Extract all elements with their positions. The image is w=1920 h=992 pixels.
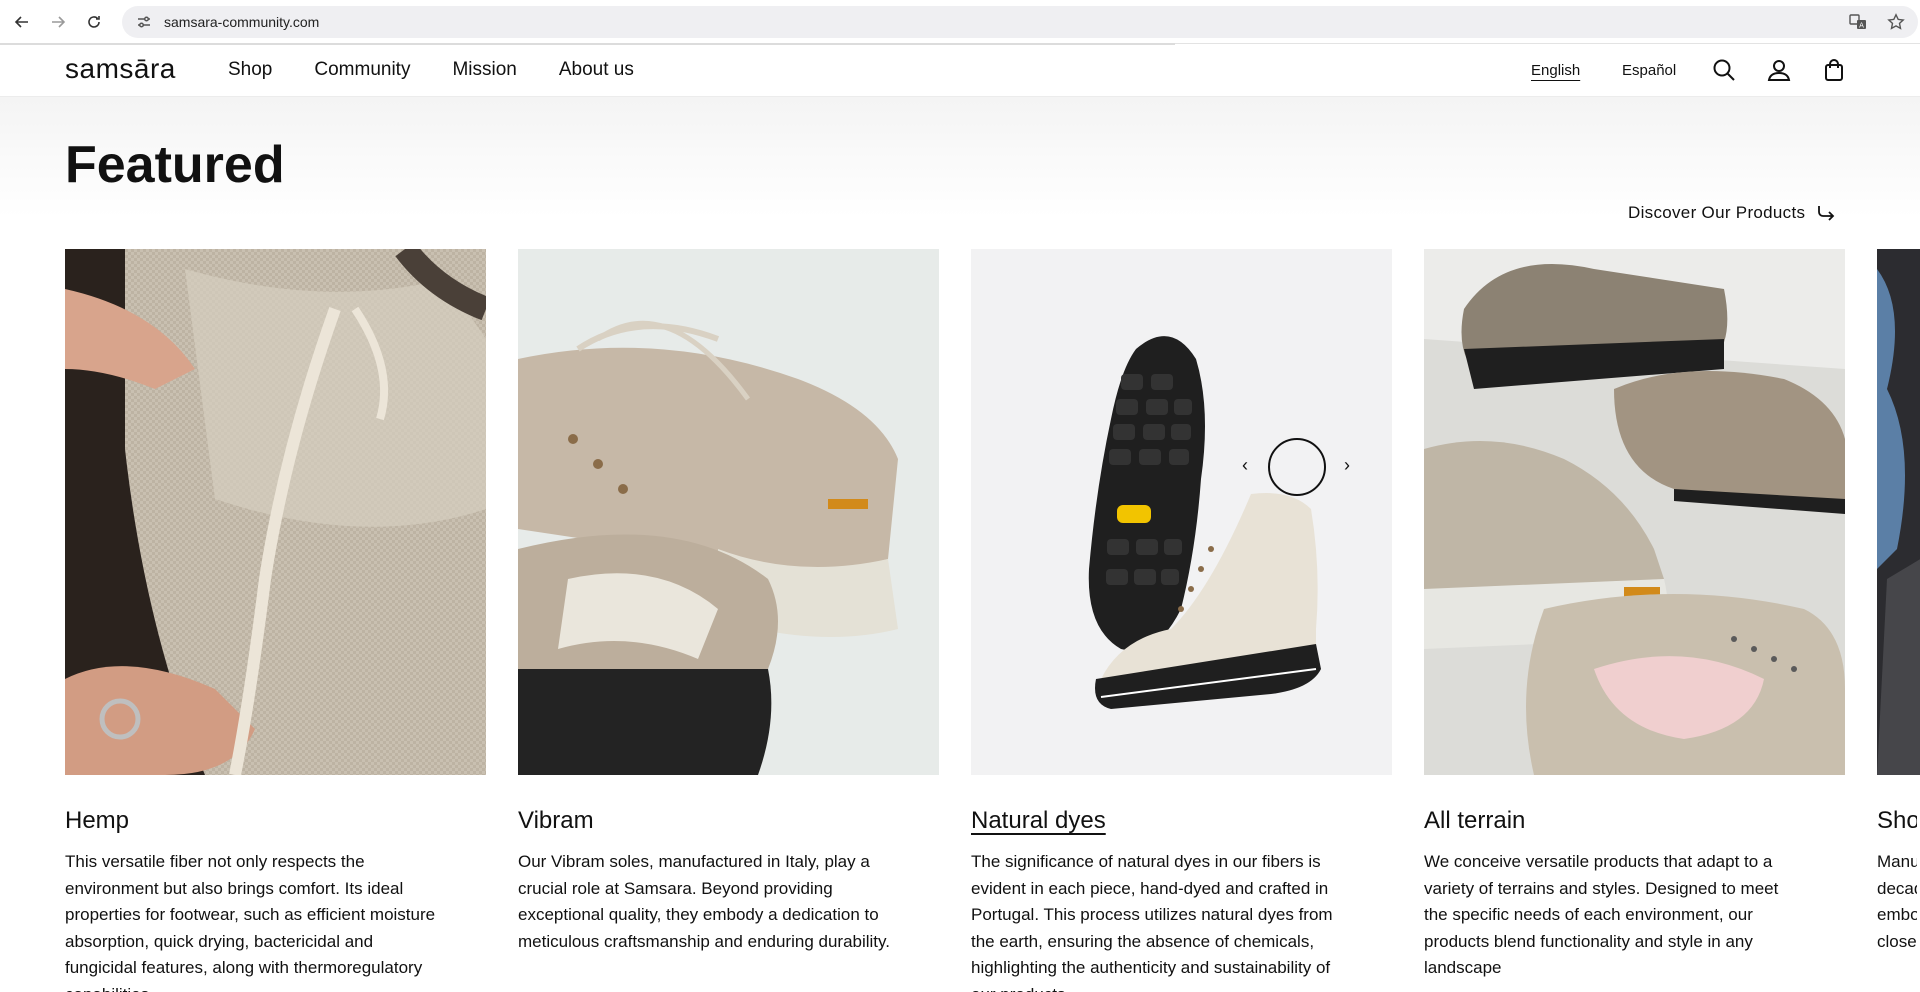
nav-community[interactable]: Community [314, 59, 410, 81]
card-title[interactable]: Vibram [518, 807, 939, 835]
nav-shop[interactable]: Shop [228, 59, 272, 81]
discover-products-label: Discover Our Products [1628, 203, 1806, 222]
card-description: The significance of natural dyes in our … [971, 852, 1333, 992]
hemp-fabric-image[interactable] [65, 249, 486, 775]
card-description: This versatile fiber not only respects t… [65, 852, 436, 992]
card-title[interactable]: Hemp [65, 807, 486, 835]
carousel-prev-chevron-icon[interactable]: ‹ [1242, 455, 1248, 476]
partial-card-image[interactable] [1877, 249, 1920, 775]
card-description: Our Vibram soles, manufactured in Italy,… [518, 852, 890, 951]
card-description: We conceive versatile products that adap… [1424, 852, 1779, 977]
feature-card-vibram[interactable]: Vibram Our Vibram soles, manufactured in… [518, 249, 939, 955]
carousel-cursor-indicator[interactable] [1268, 438, 1326, 496]
feature-card-partial[interactable]: Shoe Manu decad embo close [1877, 249, 1920, 955]
svg-text:A: A [1859, 22, 1864, 30]
natural-dyes-shoe-image[interactable]: ‹ › [971, 249, 1392, 775]
back-arrow-icon[interactable] [4, 4, 40, 40]
arrow-turn-right-icon [1818, 206, 1835, 221]
carousel-next-chevron-icon[interactable]: › [1344, 455, 1350, 476]
feature-card-natural-dyes[interactable]: ‹ › Natural dyes The significance of nat… [971, 249, 1392, 992]
shopping-bag-icon[interactable] [1821, 57, 1847, 83]
address-bar[interactable]: samsara-community.com A [122, 6, 1918, 38]
card-title[interactable]: All terrain [1424, 807, 1845, 835]
forward-arrow-icon[interactable] [40, 4, 76, 40]
nav-about-us[interactable]: About us [559, 59, 634, 81]
url-text[interactable]: samsara-community.com [164, 14, 319, 30]
feature-card-all-terrain[interactable]: All terrain We conceive versatile produc… [1424, 249, 1845, 982]
browser-toolbar: samsara-community.com A [0, 0, 1920, 45]
feature-card-hemp[interactable]: Hemp This versatile fiber not only respe… [65, 249, 486, 992]
site-logo[interactable]: samsāra [65, 53, 176, 85]
main-nav: Shop Community Mission About us [228, 59, 634, 81]
translate-icon[interactable]: A [1846, 10, 1870, 34]
discover-products-link[interactable]: Discover Our Products [1628, 203, 1835, 223]
card-description: Manu decad embo close [1877, 852, 1917, 951]
nav-mission[interactable]: Mission [452, 59, 516, 81]
all-terrain-shoes-image[interactable] [1424, 249, 1845, 775]
vibram-sole-image[interactable] [518, 249, 939, 775]
featured-section: Featured Discover Our Products Hemp This… [0, 97, 1920, 992]
language-spanish[interactable]: Español [1622, 62, 1676, 79]
language-english[interactable]: English [1531, 62, 1580, 79]
card-title[interactable]: Shoe [1877, 807, 1917, 835]
bookmark-star-icon[interactable] [1884, 10, 1908, 34]
card-title[interactable]: Natural dyes [971, 807, 1392, 835]
featured-title: Featured [65, 136, 285, 194]
account-icon[interactable] [1766, 57, 1792, 83]
search-icon[interactable] [1711, 57, 1737, 83]
site-header: samsāra Shop Community Mission About us … [0, 45, 1920, 97]
reload-icon[interactable] [76, 4, 112, 40]
site-settings-icon[interactable] [134, 12, 154, 32]
